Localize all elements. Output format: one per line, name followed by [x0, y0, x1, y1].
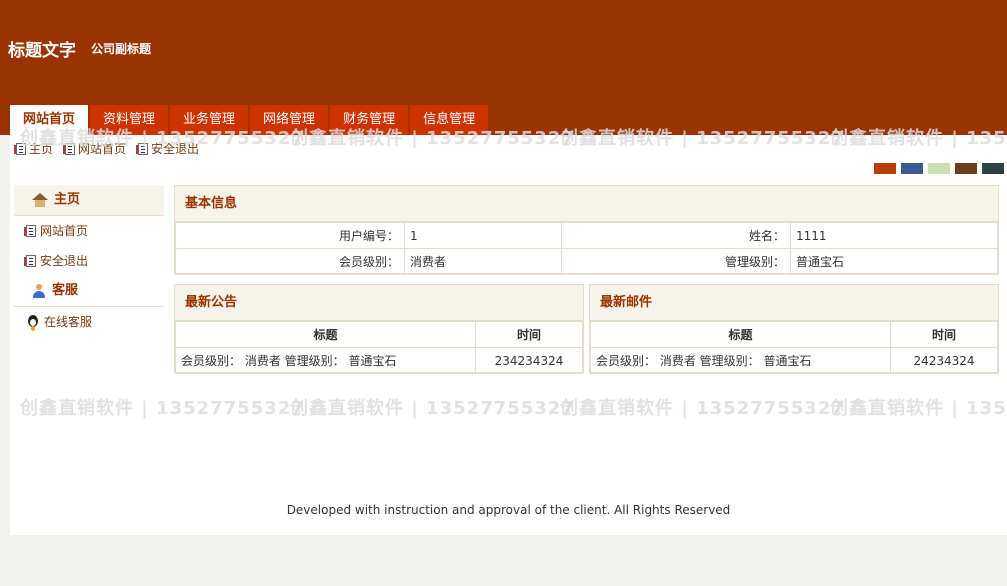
basic-info-panel: 基本信息 用户编号： 1 姓名： 1111 会员级别： 消费者 管理级别： 普通… [174, 185, 999, 275]
panel-title: 最新邮件 [590, 285, 998, 321]
sidebar-head-label: 客服 [52, 283, 79, 298]
panel-title: 基本信息 [175, 186, 998, 222]
theme-swatches [874, 163, 1004, 174]
theme-swatch-green[interactable] [928, 163, 950, 174]
site-title: 标题文字 [8, 41, 76, 61]
sidebar: 主页 网站首页 安全退出 客服 在线客服 [14, 185, 164, 337]
mail-time: 24234324 [890, 347, 998, 374]
panel-title: 最新公告 [175, 285, 583, 321]
theme-swatch-slate[interactable] [982, 163, 1004, 174]
qq-penguin-icon [26, 314, 40, 330]
sidebar-head-home: 主页 [14, 185, 164, 216]
member-level-value: 消费者 [404, 248, 562, 275]
breadcrumb-logout[interactable]: 安全退出 [136, 140, 200, 157]
tab-finance-management[interactable]: 财务管理 [330, 105, 409, 135]
sidebar-item-label: 网站首页 [40, 224, 89, 238]
theme-swatch-brown[interactable] [955, 163, 977, 174]
top-nav: 网站首页 资料管理 业务管理 网络管理 财务管理 信息管理 [10, 105, 490, 135]
sidebar-item-label: 安全退出 [40, 254, 89, 268]
breadcrumb-label: 安全退出 [151, 142, 200, 156]
table-row[interactable]: 会员级别： 消费者 管理级别： 普通宝石 24234324 [590, 347, 998, 374]
document-icon [14, 142, 26, 155]
sidebar-item-label: 在线客服 [44, 315, 93, 329]
user-id-value: 1 [404, 222, 562, 249]
breadcrumb: 主页 网站首页 安全退出 [14, 140, 200, 157]
table-row[interactable]: 会员级别： 消费者 管理级别： 普通宝石 234234324 [175, 347, 583, 374]
table-header-row: 标题 时间 [175, 321, 583, 348]
breadcrumb-label: 主页 [29, 142, 54, 156]
table-row: 用户编号： 1 姓名： 1111 [175, 222, 998, 249]
tab-business-management[interactable]: 业务管理 [170, 105, 249, 135]
admin-level-label: 管理级别： [561, 248, 791, 275]
site-subtitle: 公司副标题 [91, 42, 152, 56]
person-icon [32, 284, 46, 298]
column-header-title: 标题 [590, 321, 891, 348]
sidebar-head-service: 客服 [14, 276, 164, 307]
sidebar-item-online-service[interactable]: 在线客服 [14, 307, 164, 337]
document-icon [24, 225, 36, 237]
document-icon [63, 142, 76, 155]
document-icon [24, 255, 36, 267]
tab-profile-management[interactable]: 资料管理 [90, 105, 169, 135]
column-header-time: 时间 [890, 321, 998, 348]
sidebar-item-logout[interactable]: 安全退出 [14, 246, 164, 276]
basic-info-table: 用户编号： 1 姓名： 1111 会员级别： 消费者 管理级别： 普通宝石 [175, 222, 998, 275]
sidebar-item-site-home[interactable]: 网站首页 [14, 216, 164, 246]
sidebar-head-label: 主页 [54, 192, 81, 207]
tab-info-management[interactable]: 信息管理 [410, 105, 489, 135]
name-label: 姓名： [561, 222, 791, 249]
tab-home[interactable]: 网站首页 [10, 105, 89, 135]
notice-title[interactable]: 会员级别： 消费者 管理级别： 普通宝石 [175, 347, 476, 374]
house-icon [32, 193, 48, 207]
table-row: 会员级别： 消费者 管理级别： 普通宝石 [175, 248, 998, 275]
column-header-time: 时间 [475, 321, 583, 348]
table-header-row: 标题 时间 [590, 321, 998, 348]
tab-network-management[interactable]: 网络管理 [250, 105, 329, 135]
admin-level-value: 普通宝石 [790, 248, 998, 275]
mails-panel: 最新邮件 标题 时间 会员级别： 消费者 管理级别： 普通宝石 24234324 [589, 284, 999, 374]
notice-time: 234234324 [475, 347, 583, 374]
document-icon [136, 142, 149, 155]
breadcrumb-site-home[interactable]: 网站首页 [63, 140, 127, 157]
notices-table: 标题 时间 会员级别： 消费者 管理级别： 普通宝石 234234324 [175, 321, 583, 374]
column-header-title: 标题 [175, 321, 476, 348]
mails-table: 标题 时间 会员级别： 消费者 管理级别： 普通宝石 24234324 [590, 321, 998, 374]
footer-text: Developed with instruction and approval … [286, 503, 731, 517]
theme-swatch-rust[interactable] [874, 163, 896, 174]
main-content: 主页 网站首页 安全退出 主页 网站首页 安全退出 客服 在线客服 基本信息 用… [10, 135, 1007, 535]
mail-title[interactable]: 会员级别： 消费者 管理级别： 普通宝石 [590, 347, 891, 374]
breadcrumb-label: 网站首页 [78, 142, 127, 156]
notices-panel: 最新公告 标题 时间 会员级别： 消费者 管理级别： 普通宝石 23423432… [174, 284, 584, 374]
user-id-label: 用户编号： [175, 222, 405, 249]
breadcrumb-home[interactable]: 主页 [14, 140, 54, 157]
name-value: 1111 [790, 222, 998, 249]
member-level-label: 会员级别： [175, 248, 405, 275]
header-bar: 标题文字 公司副标题 网站首页 资料管理 业务管理 网络管理 财务管理 信息管理 [0, 0, 1007, 135]
theme-swatch-blue[interactable] [901, 163, 923, 174]
